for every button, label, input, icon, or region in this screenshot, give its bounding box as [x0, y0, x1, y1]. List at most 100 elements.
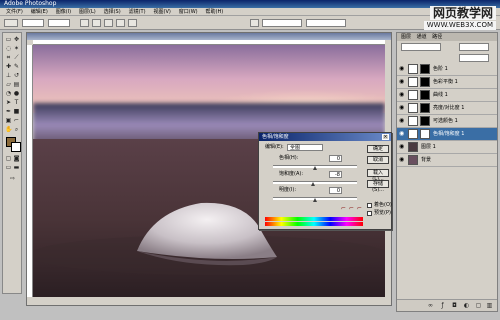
cancel-button[interactable]: 取消 [367, 156, 389, 164]
layer-row[interactable]: ◉ 亮度/对比度 1 [397, 102, 497, 115]
menu-edit[interactable]: 编辑(E) [31, 8, 48, 16]
option-field-1[interactable] [22, 19, 44, 27]
stamp-tool-icon[interactable]: ⊥ [5, 72, 12, 79]
opacity-field[interactable] [459, 43, 489, 51]
option-toggle-2[interactable] [92, 19, 101, 27]
menu-image[interactable]: 图像(I) [56, 8, 71, 16]
lightness-slider-knob[interactable] [313, 198, 317, 202]
load-button[interactable]: 载入(L)... [367, 169, 389, 182]
layer-thumbnail [408, 77, 418, 87]
saturation-slider-knob[interactable] [311, 182, 315, 186]
layer-row[interactable]: ◉ 可选颜色 1 [397, 115, 497, 128]
option-toggle-5[interactable] [128, 19, 137, 27]
preview-checkbox[interactable] [367, 211, 372, 216]
colorize-checkbox[interactable] [367, 203, 372, 208]
eyedropper-plus-icon[interactable]: ⌐ [349, 205, 354, 212]
menu-layer[interactable]: 图层(L) [79, 8, 96, 16]
pen-tool-icon[interactable]: ✒ [5, 108, 12, 115]
hue-label: 色相(H): [279, 155, 299, 161]
hand-tool-icon[interactable]: ✋ [5, 126, 12, 133]
menu-filter[interactable]: 滤镜(T) [129, 8, 146, 16]
eyedropper-icon[interactable]: ⌐ [341, 205, 346, 212]
quickmask-mode-icon[interactable]: ◙ [13, 155, 20, 162]
screen-mode-2-icon[interactable]: ▬ [13, 164, 20, 171]
screen-mode-1-icon[interactable]: ▭ [5, 164, 12, 171]
eraser-tool-icon[interactable]: ▱ [5, 81, 12, 88]
option-field-4[interactable] [306, 19, 346, 27]
layer-row[interactable]: ◉ 色阶 1 [397, 63, 497, 76]
blend-mode-select[interactable] [401, 43, 441, 51]
watermark-url: WWW.WEB3X.COM [423, 21, 496, 30]
trash-icon[interactable]: ▥ [486, 302, 493, 309]
crop-tool-icon[interactable]: ⌗ [5, 54, 12, 61]
colorize-label: 着色(O) [374, 202, 392, 208]
layer-row[interactable]: ◉ 曲线 1 [397, 89, 497, 102]
menu-window[interactable]: 窗口(W) [179, 8, 198, 16]
healing-brush-icon[interactable]: ✚ [5, 63, 12, 70]
notes-tool-icon[interactable]: ▣ [5, 117, 12, 124]
standard-mode-icon[interactable]: ▢ [5, 155, 12, 162]
add-mask-icon[interactable]: ◘ [451, 302, 458, 309]
eyedropper-icon[interactable]: ⌐ [13, 117, 20, 124]
eye-icon[interactable]: ◉ [399, 79, 405, 85]
new-adjustment-icon[interactable]: ◐ [463, 302, 470, 309]
layer-name: 曲线 1 [433, 92, 448, 98]
menu-select[interactable]: 选择(S) [104, 8, 121, 16]
saturation-value-field[interactable]: -8 [329, 171, 342, 178]
tab-paths[interactable]: 路径 [432, 34, 442, 40]
layer-row[interactable]: ◉ 色彩平衡 1 [397, 76, 497, 89]
path-select-icon[interactable]: ➤ [5, 99, 12, 106]
magic-wand-icon[interactable]: ✶ [13, 45, 20, 52]
option-field-2[interactable] [48, 19, 70, 27]
tab-channels[interactable]: 通道 [417, 34, 427, 40]
new-layer-icon[interactable]: ▢ [475, 302, 482, 309]
option-toggle-3[interactable] [104, 19, 113, 27]
dodge-tool-icon[interactable]: ● [13, 90, 20, 97]
history-brush-icon[interactable]: ↺ [13, 72, 20, 79]
marquee-tool-icon[interactable]: ▭ [5, 36, 12, 43]
eye-icon[interactable]: ◉ [399, 157, 405, 163]
menu-file[interactable]: 文件(F) [6, 8, 23, 16]
text-tool-icon[interactable]: T [13, 99, 20, 106]
save-button[interactable]: 存储(S)... [367, 180, 389, 193]
tab-layers[interactable]: 图层 [401, 34, 411, 40]
blur-tool-icon[interactable]: ◔ [5, 90, 12, 97]
brush-tool-icon[interactable]: ✎ [13, 63, 20, 70]
option-toggle-1[interactable] [80, 19, 89, 27]
zoom-tool-icon[interactable]: ⌕ [13, 126, 20, 133]
link-layers-icon[interactable]: ∞ [427, 302, 434, 309]
layer-thumbnail [408, 116, 418, 126]
eyedropper-minus-icon[interactable]: ⌐ [357, 205, 362, 212]
lasso-tool-icon[interactable]: ◌ [5, 45, 12, 52]
eye-icon[interactable]: ◉ [399, 131, 405, 137]
layer-row[interactable]: ◉ 背景 [397, 154, 497, 167]
option-toggle-4[interactable] [116, 19, 125, 27]
hue-value-field[interactable]: 0 [329, 155, 342, 162]
option-toggle-6[interactable] [250, 19, 259, 27]
background-color-swatch[interactable] [11, 142, 21, 152]
ok-button[interactable]: 确定 [367, 145, 389, 153]
close-icon[interactable]: × [382, 134, 389, 140]
move-tool-icon[interactable]: ✥ [13, 36, 20, 43]
eye-icon[interactable]: ◉ [399, 105, 405, 111]
edit-range-select[interactable]: 全图 [287, 144, 323, 151]
shape-tool-icon[interactable]: ■ [13, 108, 20, 115]
layer-style-icon[interactable]: ƒ [439, 302, 446, 309]
layer-row-selected[interactable]: ◉ 色相/饱和度 1 [397, 128, 497, 141]
fill-field[interactable] [459, 54, 489, 62]
hue-slider-knob[interactable] [313, 166, 317, 170]
jump-to-imageready-icon[interactable]: ⇨ [9, 175, 16, 182]
eye-icon[interactable]: ◉ [399, 66, 405, 72]
slice-tool-icon[interactable]: ⟋ [13, 54, 20, 61]
tool-preset-picker[interactable] [4, 19, 18, 27]
layer-row[interactable]: ◉ 图层 1 [397, 141, 497, 154]
lightness-value-field[interactable]: 0 [329, 187, 342, 194]
eye-icon[interactable]: ◉ [399, 118, 405, 124]
eye-icon[interactable]: ◉ [399, 144, 405, 150]
menu-view[interactable]: 视图(V) [154, 8, 171, 16]
menu-help[interactable]: 帮助(H) [206, 8, 224, 16]
gradient-tool-icon[interactable]: ▤ [13, 81, 20, 88]
eye-icon[interactable]: ◉ [399, 92, 405, 98]
option-field-3[interactable] [262, 19, 302, 27]
saturation-slider-track[interactable] [273, 181, 357, 184]
